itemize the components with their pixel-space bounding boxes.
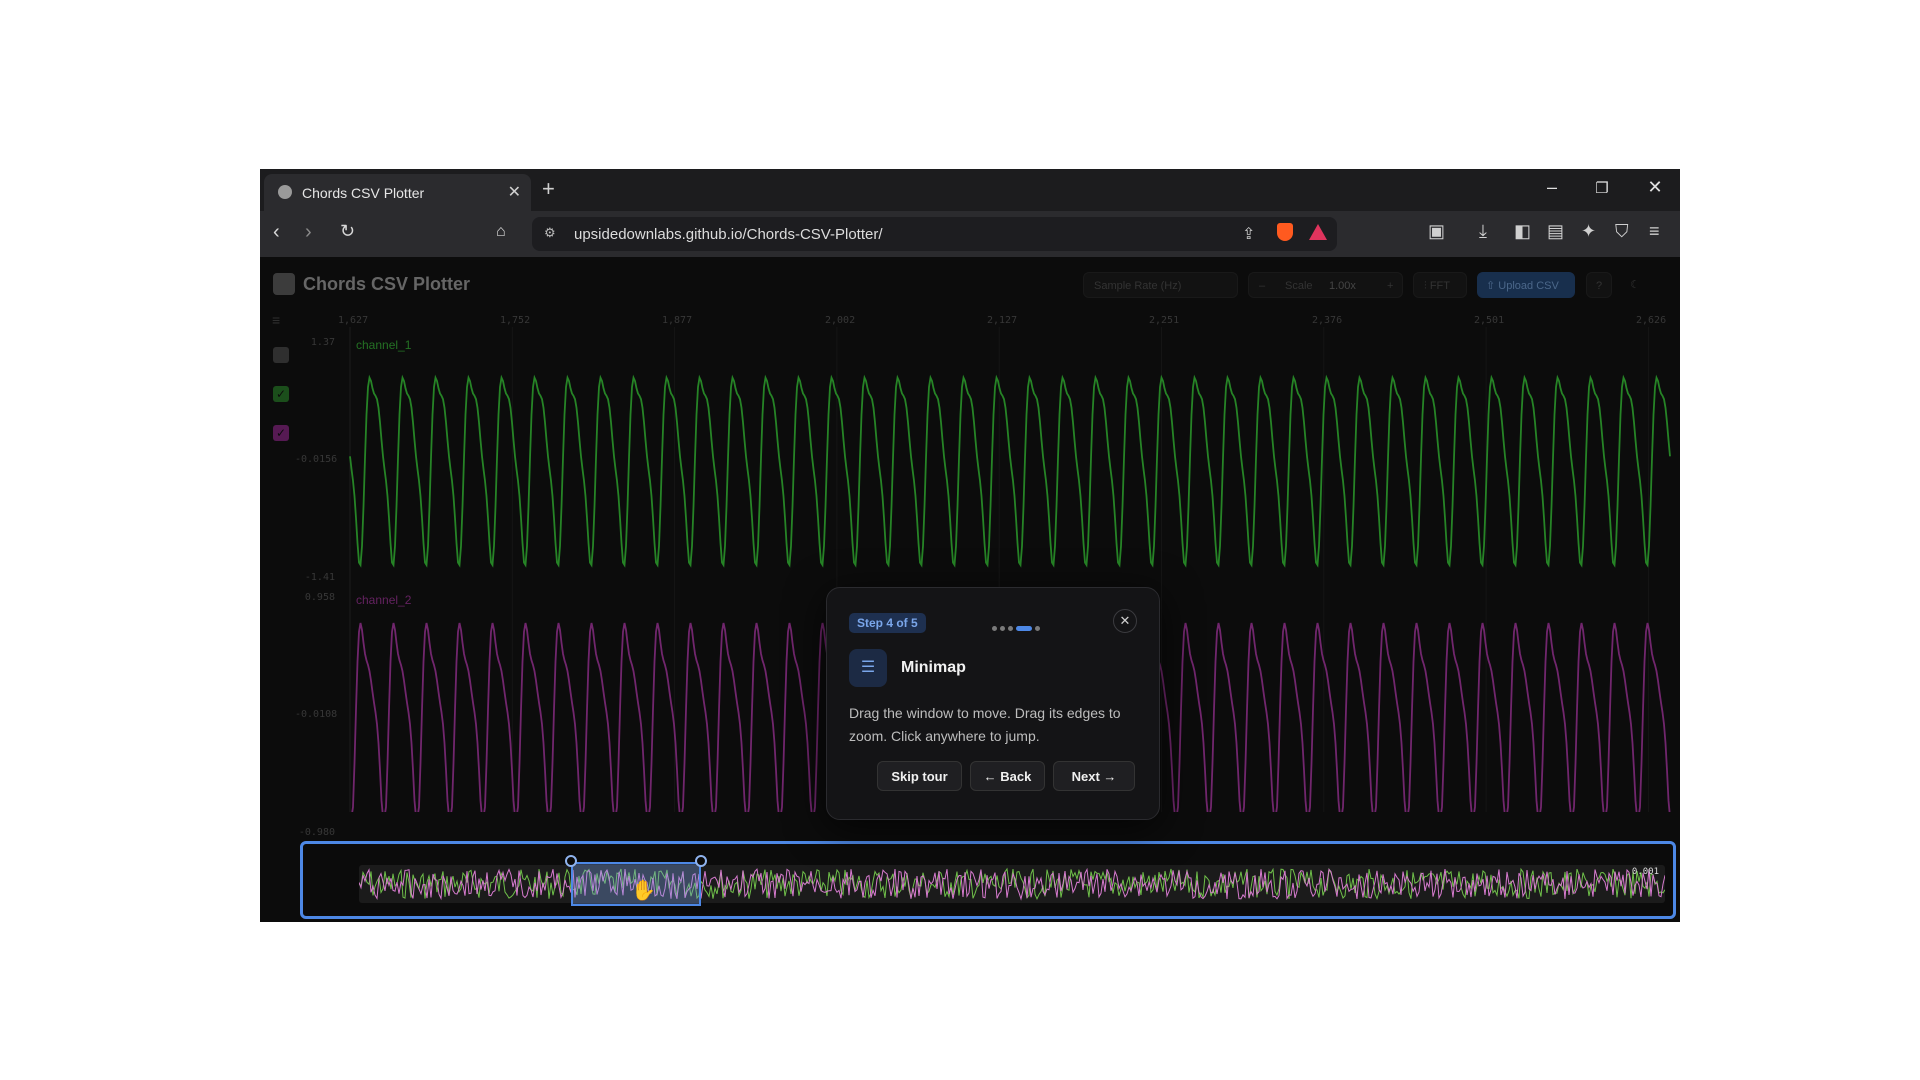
skip-tour-button[interactable]: Skip tour bbox=[877, 761, 962, 791]
fft-label: FFT bbox=[1429, 280, 1450, 292]
sidebar-icon[interactable]: ◧ bbox=[1514, 221, 1531, 242]
address-bar[interactable]: ⚙ upsidedownlabs.github.io/Chords-CSV-Pl… bbox=[532, 217, 1337, 251]
help-button[interactable]: ? bbox=[1586, 272, 1612, 298]
minimap-value-label: 0.001 bbox=[1631, 867, 1659, 877]
rewards-icon[interactable] bbox=[1309, 224, 1327, 240]
tour-description: Drag the window to move. Drag its edges … bbox=[849, 705, 1121, 744]
all-channels-checkbox[interactable] bbox=[273, 347, 289, 363]
minimap-waveform bbox=[359, 867, 1665, 901]
new-tab-icon[interactable]: + bbox=[542, 176, 555, 202]
app-logo-icon bbox=[273, 273, 295, 295]
brave-shields-icon[interactable] bbox=[1277, 223, 1293, 241]
scale-decrease-button[interactable]: – bbox=[1259, 273, 1265, 299]
back-icon[interactable]: ‹ bbox=[273, 221, 280, 244]
minimap-list-icon: ☰ bbox=[849, 649, 887, 687]
step-dot bbox=[1035, 626, 1040, 632]
step-dot-active bbox=[1016, 626, 1032, 632]
channel-1-waveform bbox=[349, 374, 1671, 568]
channel-1-checkbox[interactable]: ✓ bbox=[273, 386, 289, 402]
channel-sidebar: ≡ ✓ ✓ bbox=[260, 307, 300, 807]
minimap-window[interactable]: ✋ bbox=[571, 862, 701, 906]
scale-increase-button[interactable]: + bbox=[1387, 273, 1393, 299]
url-text: upsidedownlabs.github.io/Chords-CSV-Plot… bbox=[574, 226, 883, 243]
step-indicator bbox=[992, 620, 1043, 632]
channel-2-checkbox[interactable]: ✓ bbox=[273, 425, 289, 441]
globe-icon bbox=[278, 185, 292, 199]
step-dot bbox=[992, 626, 997, 632]
minimize-icon[interactable]: – bbox=[1537, 177, 1567, 198]
reload-icon[interactable]: ↻ bbox=[340, 221, 355, 242]
tour-title: Minimap bbox=[901, 659, 966, 676]
step-badge: Step 4 of 5 bbox=[849, 613, 926, 633]
upload-label: Upload CSV bbox=[1498, 280, 1559, 292]
close-window-icon[interactable]: ✕ bbox=[1640, 177, 1670, 198]
y-tick-ch2-min: -0.980 bbox=[298, 827, 335, 838]
tab-title: Chords CSV Plotter bbox=[302, 185, 425, 201]
restore-icon[interactable]: ❐ bbox=[1587, 179, 1617, 197]
browser-toolbar: ‹ › ↻ ⌂ ⚙ upsidedownlabs.github.io/Chord… bbox=[260, 211, 1680, 257]
step-dot bbox=[1008, 626, 1013, 632]
minimap-right-handle[interactable] bbox=[695, 855, 707, 867]
screenshot-icon[interactable]: ▣ bbox=[1428, 221, 1445, 242]
wallet-icon[interactable]: ▤ bbox=[1547, 221, 1564, 242]
bookmark-icon[interactable]: ⌂ bbox=[496, 223, 506, 241]
upload-icon: ⇧ bbox=[1486, 280, 1499, 292]
list-icon[interactable]: ≡ bbox=[272, 312, 280, 328]
back-button[interactable]: ← Back bbox=[970, 761, 1045, 791]
browser-tab[interactable]: Chords CSV Plotter ✕ bbox=[264, 174, 531, 211]
close-tour-button[interactable]: ✕ bbox=[1113, 609, 1137, 633]
minimap-track[interactable]: 0.001 bbox=[359, 865, 1665, 903]
app-title: Chords CSV Plotter bbox=[303, 274, 471, 294]
sample-rate-input[interactable]: Sample Rate (Hz) bbox=[1083, 272, 1238, 298]
download-icon[interactable]: ⤓ bbox=[1479, 221, 1487, 242]
vpn-icon[interactable]: ⛉ bbox=[1615, 221, 1629, 242]
upload-csv-button[interactable]: ⇧ Upload CSV bbox=[1477, 272, 1575, 298]
minimap[interactable]: 0.001 ✋ bbox=[300, 841, 1676, 919]
forward-icon[interactable]: › bbox=[305, 221, 312, 244]
scale-control: – Scale 1.00x + bbox=[1248, 272, 1403, 298]
tab-strip: Chords CSV Plotter ✕ + – ❐ ✕ bbox=[260, 169, 1680, 211]
share-icon[interactable]: ⇪ bbox=[1242, 224, 1255, 244]
fft-button[interactable]: ⫶ FFT bbox=[1413, 272, 1467, 298]
minimap-left-handle[interactable] bbox=[565, 855, 577, 867]
scale-value: 1.00x bbox=[1329, 280, 1356, 292]
step-dot bbox=[1000, 626, 1005, 632]
leo-ai-icon[interactable]: ✦ bbox=[1581, 221, 1596, 242]
tour-popup: Step 4 of 5 ✕ ☰ Minimap Drag the window … bbox=[826, 587, 1160, 820]
next-button[interactable]: Next → bbox=[1053, 761, 1135, 791]
site-settings-icon[interactable]: ⚙ bbox=[544, 225, 556, 241]
menu-icon[interactable]: ≡ bbox=[1649, 221, 1660, 242]
theme-toggle-icon[interactable]: ☾ bbox=[1622, 272, 1648, 298]
scale-label: Scale bbox=[1285, 280, 1313, 292]
hand-cursor-icon: ✋ bbox=[631, 880, 656, 902]
close-tab-icon[interactable]: ✕ bbox=[508, 182, 521, 202]
